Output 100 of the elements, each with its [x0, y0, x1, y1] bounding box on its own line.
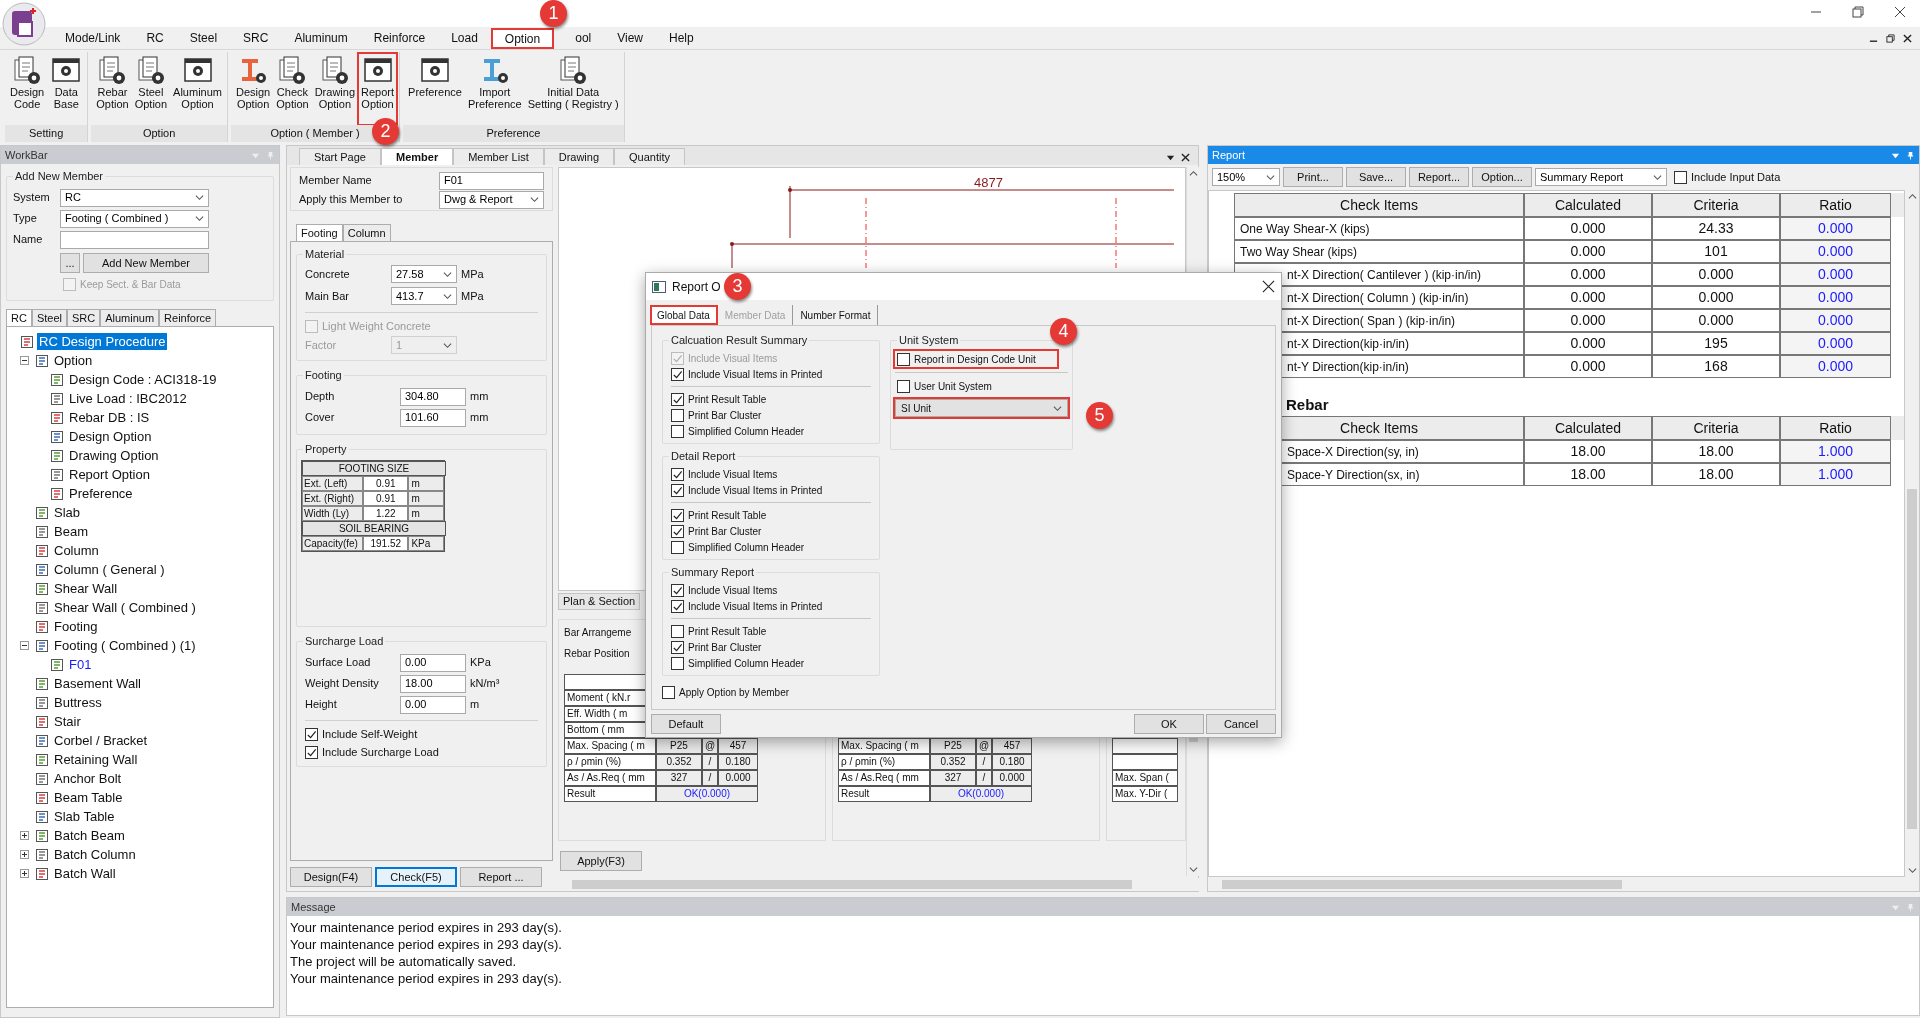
ribbon-button[interactable]: Steel Option	[132, 54, 170, 124]
tree-item[interactable]: Batch Beam	[52, 827, 127, 844]
tree-item[interactable]: Basement Wall	[52, 675, 143, 692]
checkbox[interactable]: Print Result Table	[671, 507, 871, 523]
checkbox[interactable]: Include Visual Items in Printed	[671, 366, 871, 382]
checkbox[interactable]: Simplified Column Header	[671, 655, 871, 671]
tree-item[interactable]: Slab Table	[52, 808, 117, 825]
tab[interactable]: Column	[342, 224, 391, 241]
checkbox[interactable]: Include Visual Items	[671, 582, 871, 598]
collapse-icon[interactable]	[20, 356, 29, 365]
checkbox[interactable]: Print Result Table	[671, 391, 871, 407]
tab[interactable]: Drawing	[543, 148, 615, 165]
menu-item[interactable]: SRC	[230, 27, 282, 49]
pin-icon[interactable]	[1906, 150, 1915, 160]
checkbox[interactable]: Include Self-Weight	[305, 726, 546, 742]
dropdown[interactable]: 27.58	[391, 265, 457, 283]
button[interactable]: Design(F4)	[290, 867, 372, 887]
menu-item[interactable]: ool	[562, 27, 605, 49]
tree-item[interactable]: Live Load : IBC2012	[67, 390, 189, 407]
checkbox[interactable]: Simplified Column Header	[671, 423, 871, 439]
checkbox[interactable]: User Unit System	[897, 378, 1068, 394]
tab[interactable]: RC	[6, 309, 32, 326]
dropdown[interactable]: RC	[60, 188, 209, 207]
tab[interactable]: Plan & Section	[558, 593, 641, 610]
checkbox[interactable]: Print Bar Cluster	[671, 523, 871, 539]
menu-item[interactable]: Reinforce	[360, 27, 439, 49]
input-field[interactable]: 0.00	[400, 695, 466, 714]
menu-item[interactable]: Mode/Link	[52, 27, 134, 49]
checkbox[interactable]: Include Visual Items in Printed	[671, 482, 871, 498]
ribbon-button[interactable]: Design Code	[8, 54, 47, 124]
close-icon[interactable]	[1181, 153, 1190, 162]
input-field[interactable]: 304.80	[400, 387, 466, 406]
tree-item[interactable]: Buttress	[52, 694, 104, 711]
checkbox[interactable]: Include Visual Items in Printed	[671, 598, 871, 614]
button[interactable]: Apply(F3)	[560, 851, 642, 871]
tree-item[interactable]: F01	[67, 656, 94, 673]
dropdown[interactable]: Summary Report	[1535, 168, 1667, 186]
checkbox[interactable]: Include Input Data	[1674, 169, 1781, 185]
ribbon-button[interactable]: Import Preference	[465, 54, 524, 124]
tree-item[interactable]: Beam Table	[52, 789, 125, 806]
tab[interactable]: Steel	[31, 309, 67, 326]
input-field[interactable]	[60, 230, 209, 249]
tree-item[interactable]: Option	[52, 352, 95, 369]
dropdown[interactable]: Dwg & Report	[439, 190, 544, 209]
tree-item[interactable]: Design Option	[67, 428, 154, 445]
menu-item[interactable]: Help	[656, 27, 707, 49]
dropdown[interactable]: 150%	[1212, 168, 1280, 186]
close-icon[interactable]	[1903, 33, 1912, 43]
tab[interactable]: Aluminum	[100, 309, 160, 326]
expand-icon[interactable]	[20, 869, 29, 878]
button[interactable]: Cancel	[1206, 714, 1276, 734]
tree-item[interactable]: Footing ( Combined ) (1)	[52, 637, 198, 654]
tree-item[interactable]: Report Option	[67, 466, 152, 483]
expand-icon[interactable]	[20, 831, 29, 840]
input-field[interactable]: 101.60	[400, 408, 466, 427]
button[interactable]: OK	[1134, 714, 1204, 734]
checkbox[interactable]: Report in Design Code Unit	[895, 351, 1057, 367]
tab[interactable]: Start Page	[299, 148, 381, 165]
ribbon-button[interactable]: Drawing Option	[312, 54, 358, 124]
button[interactable]: Save...	[1346, 167, 1406, 187]
tab[interactable]: SRC	[66, 309, 101, 326]
tree-item[interactable]: Stair	[52, 713, 83, 730]
checkbox[interactable]: Apply Option by Member	[662, 684, 880, 700]
restore-icon[interactable]	[1886, 33, 1895, 43]
tree-item[interactable]: Shear Wall	[52, 580, 120, 597]
input-field[interactable]: 0.00	[400, 653, 466, 672]
checkbox[interactable]: Print Result Table	[671, 623, 871, 639]
close-icon[interactable]	[1894, 6, 1906, 18]
button[interactable]: Default	[651, 714, 721, 734]
tree-item[interactable]: Footing	[52, 618, 100, 635]
tree-item[interactable]: Design Code : ACI318-19	[67, 371, 219, 388]
ribbon-button[interactable]: Rebar Option	[94, 54, 131, 124]
tree-item[interactable]: Beam	[52, 523, 90, 540]
tree-item[interactable]: Retaining Wall	[52, 751, 140, 768]
ribbon-button[interactable]: Design Option	[234, 54, 273, 124]
checkbox[interactable]: Include Visual Items	[671, 466, 871, 482]
tab[interactable]: Footing	[296, 224, 343, 241]
menu-item[interactable]: RC	[133, 27, 177, 49]
tree-item[interactable]: Drawing Option	[67, 447, 161, 464]
button[interactable]: Option...	[1472, 167, 1532, 187]
button[interactable]: Report ...	[460, 867, 542, 887]
tree-item[interactable]: Column ( General )	[52, 561, 167, 578]
button[interactable]: ...	[60, 253, 80, 273]
button[interactable]: Check(F5)	[375, 867, 457, 887]
checkbox[interactable]: Simplified Column Header	[671, 539, 871, 555]
restore-icon[interactable]	[1852, 6, 1864, 18]
expand-icon[interactable]	[20, 850, 29, 859]
tab[interactable]: Member List	[453, 148, 544, 165]
tree-item[interactable]: RC Design Procedure	[37, 333, 168, 350]
tree-item[interactable]: Column	[52, 542, 101, 559]
ribbon-button[interactable]: Initial Data Setting ( Registry )	[525, 54, 621, 124]
ribbon-button[interactable]: Preference	[406, 54, 464, 124]
button[interactable]: Add New Member	[83, 253, 209, 273]
menu-item[interactable]: Load	[438, 27, 491, 49]
input-field[interactable]: F01	[439, 171, 544, 190]
tab[interactable]: Quantity	[614, 148, 686, 165]
input-field[interactable]: 18.00	[400, 674, 466, 693]
checkbox[interactable]: Print Bar Cluster	[671, 407, 871, 423]
tree-item[interactable]: Corbel / Bracket	[52, 732, 150, 749]
tab[interactable]: Reinforce	[159, 309, 217, 326]
